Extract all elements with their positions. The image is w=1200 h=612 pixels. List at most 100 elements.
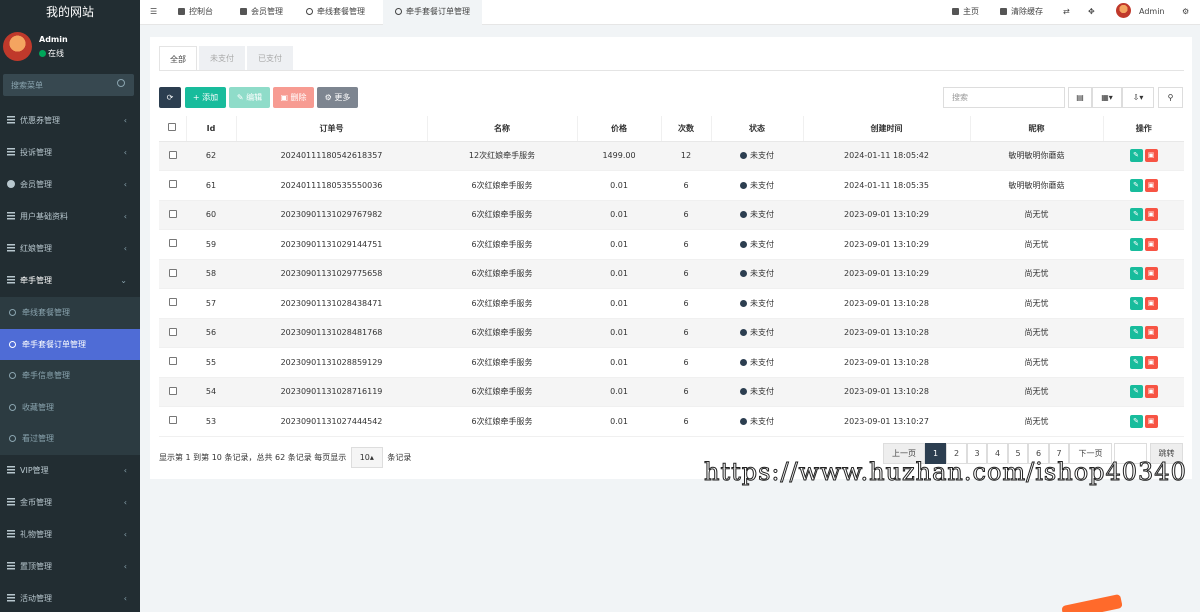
delete-icon[interactable]: ▣ [1144, 385, 1158, 399]
sidebar-subitem[interactable]: 收藏管理 [0, 391, 140, 423]
sidebar-item[interactable]: 投诉管理 ‹ [0, 137, 140, 169]
delete-icon[interactable]: ▣ [1144, 296, 1158, 310]
sidebar-item[interactable]: 会员管理 ‹ [0, 169, 140, 201]
col-status[interactable]: 状态 [710, 116, 803, 142]
menu-toggle-icon[interactable]: ☰ [150, 0, 157, 25]
edit-icon[interactable]: ✎ [1129, 296, 1143, 310]
export-icon[interactable]: ⇩▾ [1122, 87, 1154, 108]
table-row[interactable]: 54 20230901131028716119 6次红娘牵手服务 0.01 6 未支付 20… [159, 377, 1184, 407]
checkbox[interactable] [168, 123, 177, 132]
checkbox[interactable] [168, 180, 177, 189]
home-link[interactable]: 主页 [952, 0, 979, 25]
sidebar-item[interactable]: 红娘管理 ‹ [0, 233, 140, 265]
checkbox[interactable] [168, 268, 177, 277]
toggle-view-icon[interactable]: ▤ [1068, 87, 1092, 108]
refresh-button[interactable]: ⟳ [159, 87, 181, 108]
columns-icon[interactable]: ▦▾ [1092, 87, 1122, 108]
search-icon[interactable] [117, 79, 125, 87]
edit-icon[interactable]: ✎ [1129, 267, 1143, 281]
page-size-select[interactable]: 10▴ [350, 447, 383, 468]
sidebar-item[interactable]: VIP管理 ‹ [0, 455, 140, 487]
tab-all[interactable]: 全部 [159, 46, 197, 71]
sidebar-item[interactable]: 牵手管理 ⌄ [0, 265, 140, 297]
table-row[interactable]: 55 20230901131028859129 6次红娘牵手服务 0.01 6 未支付 20… [159, 347, 1184, 378]
sidebar-item[interactable]: 优惠券管理 ‹ [0, 105, 140, 137]
delete-icon[interactable]: ▣ [1144, 414, 1158, 428]
checkbox[interactable] [168, 298, 177, 307]
delete-icon[interactable]: ▣ [1144, 178, 1158, 192]
edit-icon[interactable]: ✎ [1129, 237, 1143, 251]
table-row[interactable]: 61 20240111180535550036 6次红娘牵手服务 0.01 6 未支付 20… [159, 170, 1184, 201]
delete-icon[interactable]: ▣ [1144, 326, 1158, 340]
checkbox[interactable] [168, 209, 177, 218]
list-icon [7, 212, 15, 220]
sidebar-search-input[interactable]: 搜索菜单 [3, 74, 134, 96]
sidebar-subitem[interactable]: 牵线套餐管理 [0, 297, 140, 329]
table-header: Id 订单号 名称 价格 次数 状态 创建时间 昵称 操作 [159, 116, 1184, 142]
table-row[interactable]: 62 20240111180542618357 12次红娘牵手服务 1499.00 12… [159, 141, 1184, 171]
edit-icon[interactable]: ✎ [1129, 355, 1143, 369]
tab-package[interactable]: 牵线套餐管理 [306, 0, 365, 25]
col-created[interactable]: 创建时间 [802, 116, 970, 142]
tab-orders[interactable]: 牵手套餐订单管理 [383, 0, 482, 25]
col-name[interactable]: 名称 [426, 116, 577, 142]
sidebar-item[interactable]: 活动管理 ‹ [0, 583, 140, 612]
gear-icon[interactable]: ⚙ [1182, 0, 1189, 25]
col-order-no[interactable]: 订单号 [235, 116, 427, 142]
cell-id: 62 [186, 141, 236, 171]
clear-cache-button[interactable]: 清除缓存 [1000, 0, 1043, 25]
user-menu[interactable]: Admin [1116, 0, 1165, 25]
search-icon[interactable]: ⚲ [1158, 87, 1183, 108]
checkbox[interactable] [168, 239, 177, 248]
table-search-input[interactable]: 搜索 [943, 87, 1065, 108]
sidebar-subitem[interactable]: 牵手信息管理 [0, 360, 140, 392]
sidebar-item[interactable]: 用户基础资料 ‹ [0, 201, 140, 233]
col-nickname[interactable]: 昵称 [969, 116, 1103, 142]
checkbox[interactable] [168, 357, 177, 366]
table-row[interactable]: 58 20230901131029775658 6次红娘牵手服务 0.01 6 未支付 20… [159, 259, 1184, 289]
cell-actions: ✎ ▣ [1103, 229, 1184, 260]
add-button[interactable]: + 添加 [185, 87, 226, 108]
delete-icon[interactable]: ▣ [1144, 355, 1158, 369]
delete-icon[interactable]: ▣ [1144, 237, 1158, 251]
col-price[interactable]: 价格 [576, 116, 661, 142]
table-row[interactable]: 53 20230901131027444542 6次红娘牵手服务 0.01 6 未支付 20… [159, 406, 1184, 437]
checkbox[interactable] [168, 150, 177, 159]
edit-icon[interactable]: ✎ [1129, 385, 1143, 399]
cell-name: 6次红娘牵手服务 [427, 406, 577, 437]
edit-icon[interactable]: ✎ [1129, 149, 1143, 163]
edit-icon[interactable]: ✎ [1129, 178, 1143, 192]
table-row[interactable]: 60 20230901131029767982 6次红娘牵手服务 0.01 6 未支付 20… [159, 200, 1184, 230]
tab-dashboard[interactable]: 控制台 [178, 0, 213, 25]
checkbox[interactable] [168, 327, 177, 336]
table-row[interactable]: 57 20230901131028438471 6次红娘牵手服务 0.01 6 未支付 20… [159, 288, 1184, 319]
delete-icon[interactable]: ▣ [1144, 267, 1158, 281]
more-button[interactable]: ⚙ 更多 [317, 87, 358, 108]
edit-button[interactable]: ✎ 编辑 [229, 87, 270, 108]
fullscreen-icon[interactable]: ✥ [1088, 0, 1095, 25]
checkbox[interactable] [168, 386, 177, 395]
tab-members[interactable]: 会员管理 [240, 0, 283, 25]
col-count[interactable]: 次数 [660, 116, 711, 142]
col-id[interactable]: Id [185, 116, 236, 142]
edit-icon[interactable]: ✎ [1129, 326, 1143, 340]
edit-icon[interactable]: ✎ [1129, 414, 1143, 428]
select-all[interactable] [159, 116, 186, 142]
delete-icon[interactable]: ▣ [1144, 208, 1158, 222]
edit-icon[interactable]: ✎ [1129, 208, 1143, 222]
delete-button[interactable]: ▣ 删除 [273, 87, 314, 108]
cell-status: 未支付 [711, 406, 803, 437]
site-brand[interactable]: 我的网站 [0, 0, 140, 25]
checkbox[interactable] [168, 416, 177, 425]
sidebar-subitem[interactable]: 牵手套餐订单管理 [0, 328, 140, 360]
translate-icon[interactable]: ⇄ [1063, 0, 1070, 25]
tab-paid[interactable]: 已支付 [247, 46, 293, 71]
tab-unpaid[interactable]: 未支付 [199, 46, 245, 71]
sidebar-item[interactable]: 置顶管理 ‹ [0, 551, 140, 583]
table-row[interactable]: 59 20230901131029144751 6次红娘牵手服务 0.01 6 未支付 20… [159, 229, 1184, 260]
sidebar-item[interactable]: 金币管理 ‹ [0, 487, 140, 519]
delete-icon[interactable]: ▣ [1144, 149, 1158, 163]
table-row[interactable]: 56 20230901131028481768 6次红娘牵手服务 0.01 6 未支付 20… [159, 318, 1184, 348]
sidebar-subitem[interactable]: 看过管理 [0, 423, 140, 455]
sidebar-item[interactable]: 礼物管理 ‹ [0, 519, 140, 551]
